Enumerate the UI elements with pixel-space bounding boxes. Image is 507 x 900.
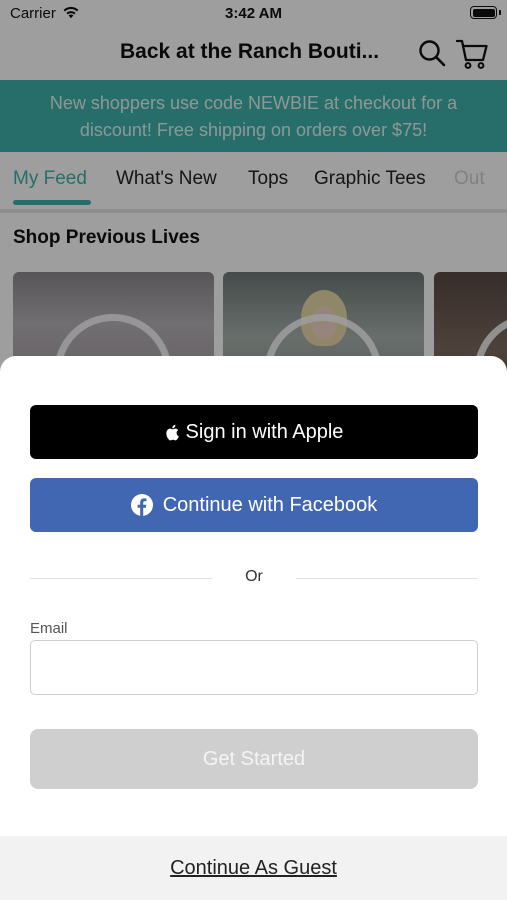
get-started-button[interactable]: Get Started [30,729,478,789]
continue-as-guest-link[interactable]: Continue As Guest [0,857,507,880]
facebook-logo-icon [130,494,153,516]
continue-with-facebook-button[interactable]: Continue with Facebook [30,478,478,532]
sign-in-sheet: Sign in with Apple Continue with Faceboo… [0,356,507,900]
or-divider: Or [30,567,478,589]
email-field[interactable] [30,640,478,695]
divider-line [296,578,478,579]
get-started-label: Get Started [202,747,306,770]
guest-bar: Continue As Guest [0,836,507,900]
apple-logo-icon [165,424,179,440]
guest-link-label: Continue As Guest [170,857,337,879]
email-label: Email [30,620,68,637]
or-label: Or [245,568,263,585]
apple-button-label: Sign in with Apple [185,420,344,443]
facebook-button-label: Continue with Facebook [162,493,378,516]
sign-in-with-apple-button[interactable]: Sign in with Apple [30,405,478,459]
